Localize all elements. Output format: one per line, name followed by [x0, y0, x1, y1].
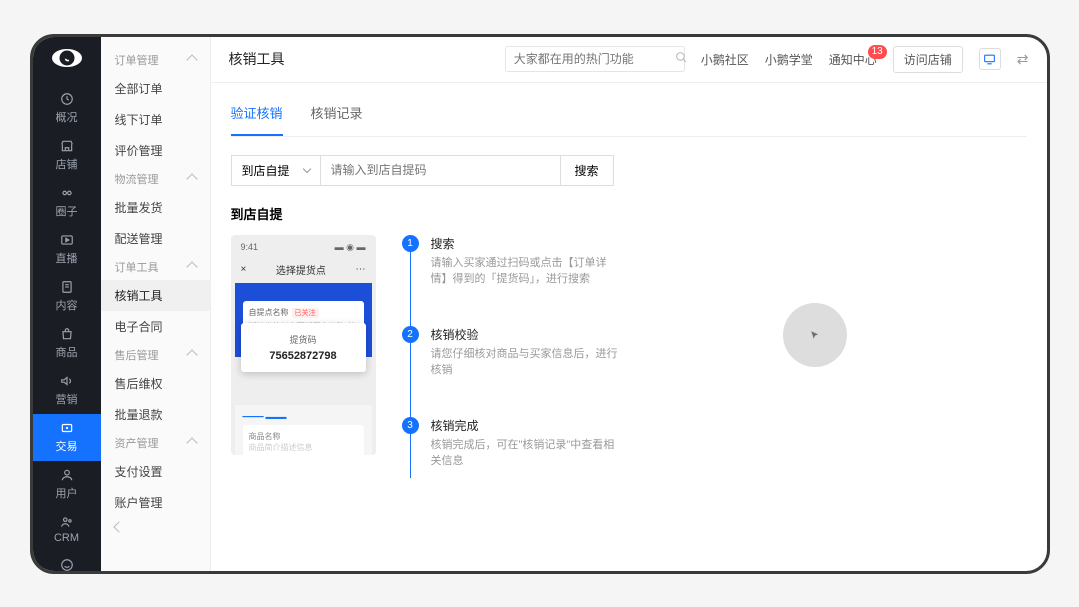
chevron-up-icon: [186, 349, 197, 360]
step-desc: 请您仔细核对商品与买家信息后，进行核销: [431, 346, 622, 379]
top-bar: 核销工具 小鹅社区 小鹅学堂 通知中心 13 访问店铺 ⇄: [211, 37, 1047, 83]
step-number: 3: [402, 417, 419, 434]
step-1: 1 搜索请输入买家通过扫码或点击【订单详情】得到的「提货码」，进行搜索: [402, 235, 622, 288]
pickup-type-select[interactable]: 到店自提: [231, 155, 321, 186]
crm-icon: [59, 515, 74, 530]
chevron-up-icon: [186, 261, 197, 272]
step-title: 搜索: [431, 235, 622, 252]
global-search-input[interactable]: [514, 52, 669, 66]
primary-sidebar: 概况店铺圈子直播内容商品营销交易用户CRM企微数据应用 设置常用: [33, 37, 101, 571]
step-title: 核销完成: [431, 417, 622, 434]
sidebar-item[interactable]: 电子合同: [101, 311, 210, 342]
nav-user[interactable]: 用户: [33, 461, 101, 508]
sidebar-group[interactable]: 订单工具: [101, 254, 210, 280]
search-icon: [675, 51, 688, 67]
sidebar-item[interactable]: 批量退款: [101, 399, 210, 430]
phone-mockup: 9:41▬ ◉ ▬ ×选择提货点⋯ 自提点名称已关注 浙江省杭州市西湖区文三路(…: [231, 235, 376, 455]
search-button[interactable]: 搜索: [561, 155, 614, 186]
sidebar-item[interactable]: 核销工具: [101, 280, 210, 311]
sidebar-item[interactable]: 账户管理: [101, 487, 210, 518]
step-number: 2: [402, 326, 419, 343]
clock-icon: [59, 92, 74, 107]
speaker-icon: [59, 374, 74, 389]
phone-modal: 提货码 75652872798: [241, 323, 366, 372]
step-desc: 请输入买家通过扫码或点击【订单详情】得到的「提货码」，进行搜索: [431, 255, 622, 288]
step-3: 3 核销完成核销完成后，可在"核销记录"中查看相关信息: [402, 417, 622, 470]
notification-badge: 13: [868, 45, 887, 59]
doc-icon: [59, 280, 74, 295]
sidebar-item[interactable]: 线下订单: [101, 104, 210, 135]
nav-speaker[interactable]: 营销: [33, 367, 101, 414]
nav-crm[interactable]: CRM: [33, 508, 101, 551]
bag-icon: [59, 327, 74, 342]
trade-icon: [59, 421, 74, 436]
link-notifications[interactable]: 通知中心 13: [829, 51, 877, 68]
nav-clock[interactable]: 概况: [33, 85, 101, 132]
pickup-code-input[interactable]: [321, 155, 561, 186]
page-title: 核销工具: [229, 49, 285, 69]
wechat-icon: [59, 558, 74, 573]
chevron-up-icon: [186, 173, 197, 184]
play-icon: [59, 233, 74, 248]
tab-0[interactable]: 验证核销: [231, 91, 283, 136]
nav-circle[interactable]: 圈子: [33, 179, 101, 226]
step-desc: 核销完成后，可在"核销记录"中查看相关信息: [431, 437, 622, 470]
secondary-sidebar: 订单管理全部订单线下订单评价管理物流管理批量发货配送管理订单工具核销工具电子合同…: [101, 37, 211, 571]
sidebar-item[interactable]: 批量发货: [101, 192, 210, 223]
step-2: 2 核销校验请您仔细核对商品与买家信息后，进行核销: [402, 326, 622, 379]
tab-1[interactable]: 核销记录: [311, 91, 363, 136]
step-number: 1: [402, 235, 419, 252]
step-title: 核销校验: [431, 326, 622, 343]
nav-wechat[interactable]: 企微: [33, 551, 101, 574]
chevron-up-icon: [186, 437, 197, 448]
nav-play[interactable]: 直播: [33, 226, 101, 273]
swap-icon[interactable]: ⇄: [1017, 51, 1029, 68]
nav-store[interactable]: 店铺: [33, 132, 101, 179]
circle-icon: [59, 186, 74, 201]
sidebar-group[interactable]: 订单管理: [101, 47, 210, 73]
sidebar-item[interactable]: 配送管理: [101, 223, 210, 254]
sidebar-item[interactable]: 支付设置: [101, 456, 210, 487]
nav-doc[interactable]: 内容: [33, 273, 101, 320]
sidebar-group[interactable]: 资产管理: [101, 430, 210, 456]
app-logo[interactable]: [52, 49, 82, 67]
store-icon: [59, 139, 74, 154]
link-community[interactable]: 小鹅社区: [701, 51, 749, 68]
sidebar-item[interactable]: 评价管理: [101, 135, 210, 166]
chevron-down-icon: [302, 164, 310, 172]
nav-bag[interactable]: 商品: [33, 320, 101, 367]
filter-row: 到店自提 搜索: [231, 155, 1027, 186]
visit-shop-button[interactable]: 访问店铺: [893, 46, 963, 73]
nav-trade[interactable]: 交易: [33, 414, 101, 461]
sidebar-collapse[interactable]: [101, 518, 210, 536]
steps-guide: 1 搜索请输入买家通过扫码或点击【订单详情】得到的「提货码」，进行搜索 2 核销校验请…: [402, 235, 622, 508]
section-title: 到店自提: [231, 204, 1027, 223]
global-search[interactable]: [505, 46, 685, 72]
chevron-up-icon: [186, 54, 197, 65]
sidebar-item[interactable]: 全部订单: [101, 73, 210, 104]
tabs: 验证核销核销记录: [231, 91, 1027, 137]
link-school[interactable]: 小鹅学堂: [765, 51, 813, 68]
display-icon[interactable]: [979, 48, 1001, 70]
user-icon: [59, 468, 74, 483]
sidebar-group[interactable]: 售后管理: [101, 342, 210, 368]
sidebar-group[interactable]: 物流管理: [101, 166, 210, 192]
sidebar-item[interactable]: 售后维权: [101, 368, 210, 399]
cursor-indicator: [783, 303, 847, 367]
